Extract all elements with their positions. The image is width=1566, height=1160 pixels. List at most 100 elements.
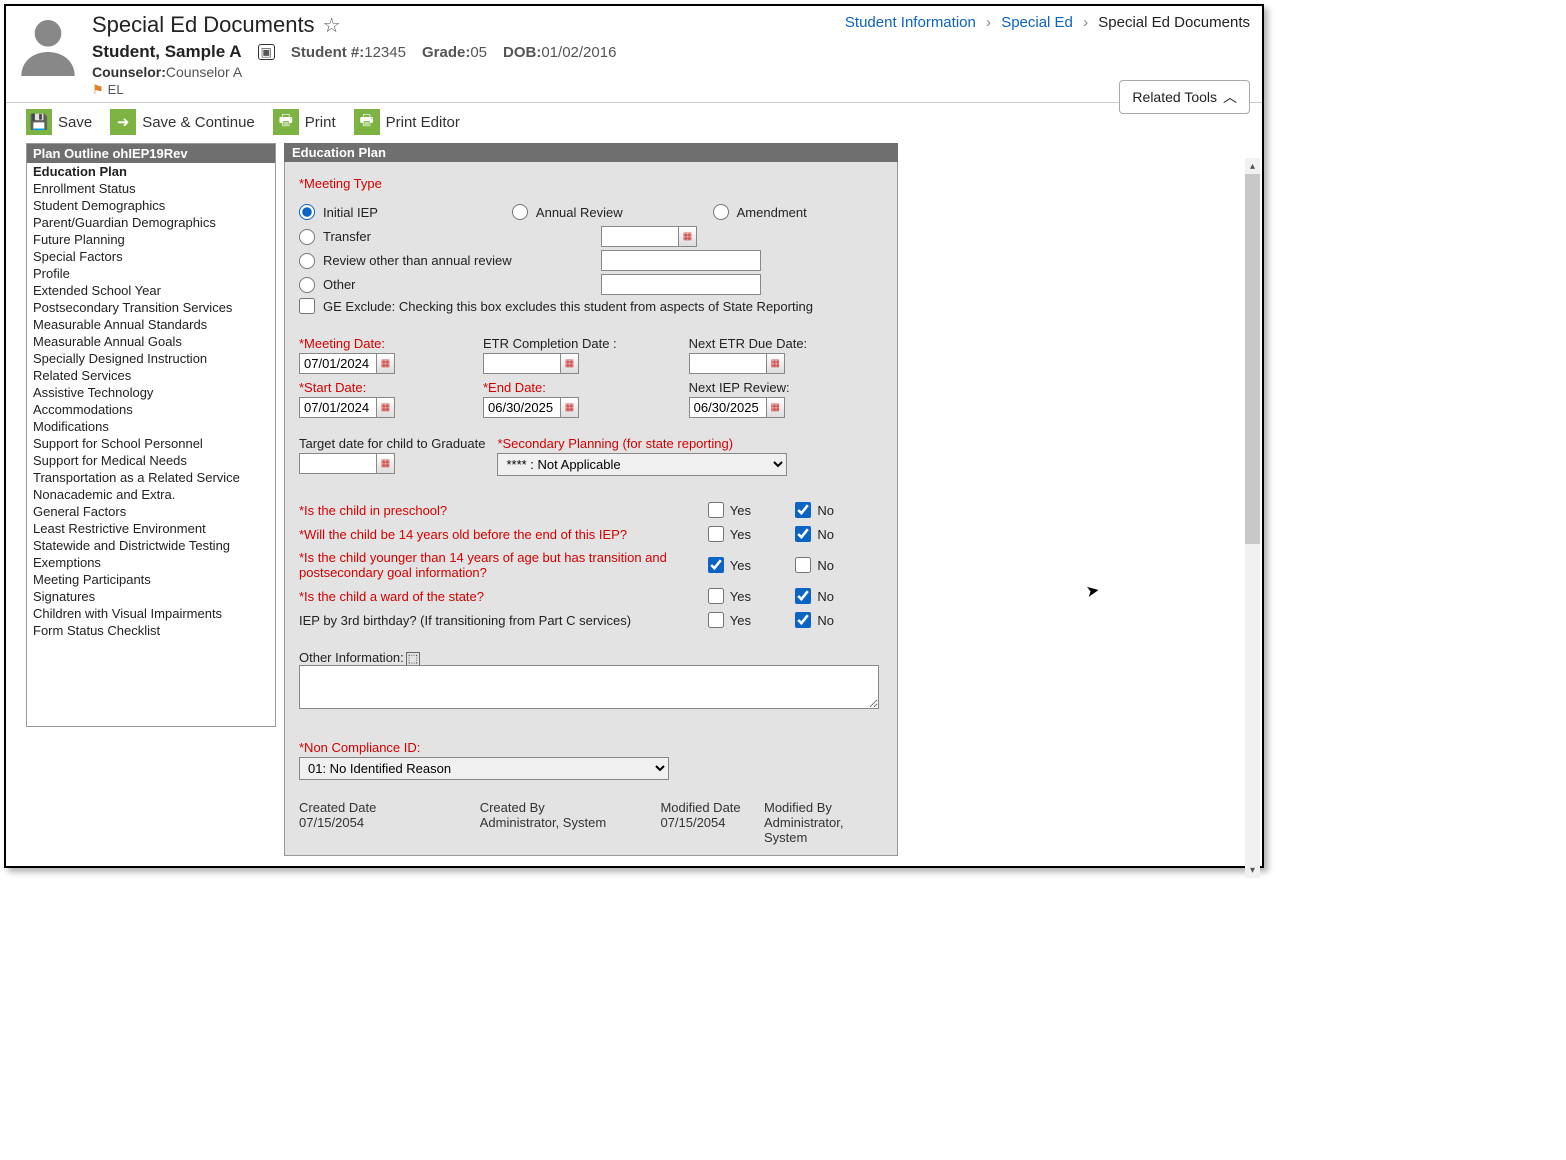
outline-item[interactable]: Children with Visual Impairments	[27, 605, 275, 622]
review-other-input[interactable]	[601, 250, 761, 271]
expand-icon[interactable]: ⬚	[406, 652, 420, 666]
outline-item[interactable]: Statewide and Districtwide Testing	[27, 537, 275, 554]
save-continue-button[interactable]: ➜ Save & Continue	[110, 109, 255, 135]
yes-checkbox[interactable]	[708, 526, 724, 542]
no-checkbox[interactable]	[795, 526, 811, 542]
outline-item[interactable]: Modifications	[27, 418, 275, 435]
outline-item[interactable]: Nonacademic and Extra.	[27, 486, 275, 503]
no-checkbox[interactable]	[795, 612, 811, 628]
scroll-thumb[interactable]	[1245, 174, 1260, 544]
outline-item[interactable]: Enrollment Status	[27, 180, 275, 197]
outline-item[interactable]: Signatures	[27, 588, 275, 605]
outline-item[interactable]: Education Plan	[27, 163, 275, 180]
plan-outline: Plan Outline ohIEP19Rev Education PlanEn…	[26, 143, 276, 727]
flag-label: EL	[108, 82, 124, 97]
radio-annual-review[interactable]	[512, 204, 528, 220]
star-icon[interactable]: ☆	[323, 13, 341, 38]
outline-item[interactable]: Postsecondary Transition Services	[27, 299, 275, 316]
outline-item[interactable]: Profile	[27, 265, 275, 282]
outline-item[interactable]: Special Factors	[27, 248, 275, 265]
radio-transfer-label: Transfer	[323, 229, 593, 244]
radio-other[interactable]	[299, 277, 315, 293]
outline-item[interactable]: Parent/Guardian Demographics	[27, 214, 275, 231]
secondary-planning-select[interactable]: **** : Not Applicable	[497, 453, 787, 476]
meeting-type-label: *Meeting Type	[299, 176, 883, 191]
yes-label: Yes	[730, 613, 751, 628]
next-iep-input[interactable]	[689, 397, 767, 418]
yes-checkbox[interactable]	[708, 557, 724, 573]
outline-item[interactable]: General Factors	[27, 503, 275, 520]
question-label: *Is the child in preschool?	[299, 503, 708, 518]
yes-checkbox[interactable]	[708, 502, 724, 518]
save-button[interactable]: 💾 Save	[26, 109, 92, 135]
end-date-label: *End Date:	[483, 380, 617, 395]
outline-item[interactable]: Future Planning	[27, 231, 275, 248]
yes-checkbox[interactable]	[708, 588, 724, 604]
person-badge-icon[interactable]: ▣	[258, 44, 275, 60]
outline-item[interactable]: Extended School Year	[27, 282, 275, 299]
radio-amendment[interactable]	[713, 204, 729, 220]
transfer-date-input[interactable]	[601, 226, 679, 247]
no-checkbox[interactable]	[795, 502, 811, 518]
breadcrumb-link-1[interactable]: Student Information	[845, 14, 976, 31]
radio-review-other[interactable]	[299, 253, 315, 269]
outline-item[interactable]: Measurable Annual Goals	[27, 333, 275, 350]
print-editor-button[interactable]: 🖶 Print Editor	[354, 109, 460, 135]
question-label: *Is the child a ward of the state?	[299, 589, 708, 604]
outline-item[interactable]: Specially Designed Instruction	[27, 350, 275, 367]
question-label: *Is the child younger than 14 years of a…	[299, 550, 708, 580]
ge-exclude-checkbox[interactable]	[299, 298, 315, 314]
radio-annual-label: Annual Review	[536, 205, 623, 220]
other-input[interactable]	[601, 274, 761, 295]
radio-initial-iep[interactable]	[299, 204, 315, 220]
modified-by-value: Administrator, System	[764, 815, 883, 845]
meeting-date-input[interactable]	[299, 353, 377, 374]
end-date-input[interactable]	[483, 397, 561, 418]
related-tools-button[interactable]: Related Tools︿	[1119, 80, 1250, 114]
outline-item[interactable]: Assistive Technology	[27, 384, 275, 401]
radio-transfer[interactable]	[299, 229, 315, 245]
no-checkbox[interactable]	[795, 557, 811, 573]
calendar-icon[interactable]: ▦	[767, 353, 785, 374]
start-date-input[interactable]	[299, 397, 377, 418]
modified-by-label: Modified By	[764, 800, 883, 815]
outline-item[interactable]: Form Status Checklist	[27, 622, 275, 639]
noncompliance-select[interactable]: 01: No Identified Reason	[299, 757, 669, 780]
print-button[interactable]: 🖶 Print	[273, 109, 336, 135]
calendar-icon[interactable]: ▦	[377, 353, 395, 374]
form-header: Education Plan	[284, 143, 898, 162]
outline-item[interactable]: Measurable Annual Standards	[27, 316, 275, 333]
breadcrumb-link-2[interactable]: Special Ed	[1001, 14, 1073, 31]
outline-item[interactable]: Related Services	[27, 367, 275, 384]
target-grad-input[interactable]	[299, 453, 377, 474]
calendar-icon[interactable]: ▦	[561, 353, 579, 374]
no-label: No	[817, 527, 834, 542]
calendar-icon[interactable]: ▦	[377, 397, 395, 418]
outline-item[interactable]: Accommodations	[27, 401, 275, 418]
outline-item[interactable]: Transportation as a Related Service	[27, 469, 275, 486]
outline-item[interactable]: Student Demographics	[27, 197, 275, 214]
no-label: No	[817, 503, 834, 518]
scrollbar[interactable]: ▴ ▾	[1245, 174, 1260, 862]
outline-item[interactable]: Least Restrictive Environment	[27, 520, 275, 537]
calendar-icon[interactable]: ▦	[679, 226, 697, 247]
calendar-icon[interactable]: ▦	[377, 453, 395, 474]
yes-checkbox[interactable]	[708, 612, 724, 628]
question-label: IEP by 3rd birthday? (If transitioning f…	[299, 613, 708, 628]
calendar-icon[interactable]: ▦	[767, 397, 785, 418]
no-checkbox[interactable]	[795, 588, 811, 604]
ge-exclude-label: GE Exclude: Checking this box excludes t…	[323, 299, 813, 314]
radio-amendment-label: Amendment	[737, 205, 807, 220]
modified-date-value: 07/15/2054	[660, 815, 764, 830]
outline-item[interactable]: Support for Medical Needs	[27, 452, 275, 469]
etr-completion-input[interactable]	[483, 353, 561, 374]
calendar-icon[interactable]: ▦	[561, 397, 579, 418]
scroll-down-icon[interactable]: ▾	[1245, 862, 1260, 878]
outline-item[interactable]: Meeting Participants	[27, 571, 275, 588]
next-etr-input[interactable]	[689, 353, 767, 374]
outline-item[interactable]: Support for School Personnel	[27, 435, 275, 452]
outline-item[interactable]: Exemptions	[27, 554, 275, 571]
chevron-up-icon: ︿	[1223, 89, 1237, 105]
other-info-textarea[interactable]	[299, 665, 879, 709]
scroll-up-icon[interactable]: ▴	[1245, 158, 1260, 174]
